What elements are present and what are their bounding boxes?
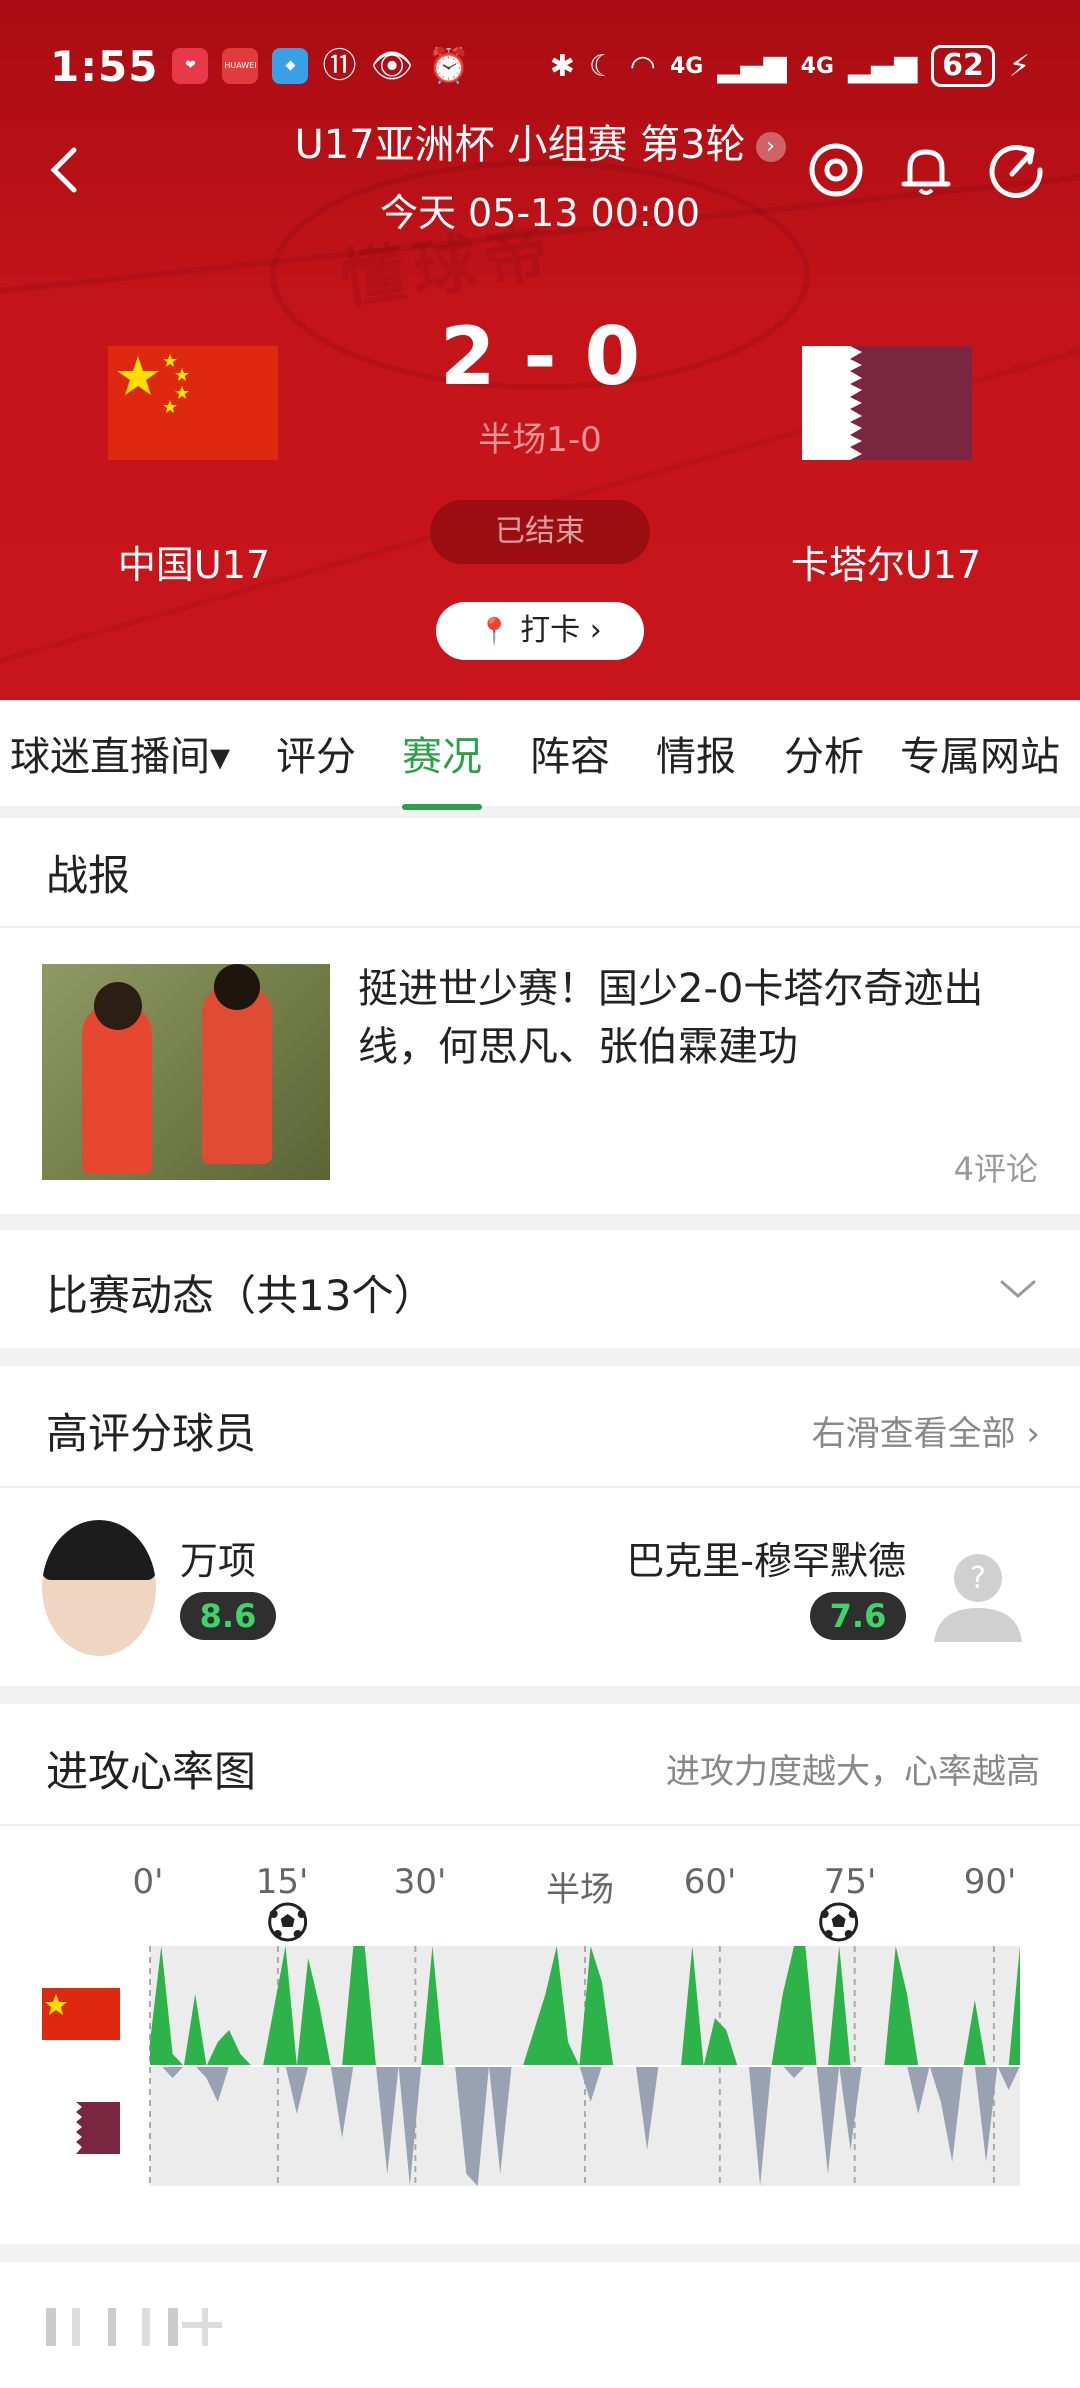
comment-count[interactable]: 4评论 <box>954 1144 1038 1190</box>
news-headline[interactable]: 挺进世少赛！国少2-0卡塔尔奇迹出线，何思凡、张伯霖建功 <box>358 960 1048 1076</box>
eye-icon: 👁 <box>370 46 414 86</box>
heart-rate-chart <box>42 1902 1020 2186</box>
x-tick-label: 75' <box>823 1862 877 1902</box>
home-flag-small <box>42 1988 120 2040</box>
signal-label: 4G <box>669 53 704 79</box>
target-icon <box>809 143 863 197</box>
home-player-rating: 8.6 <box>180 1592 276 1640</box>
next-section-card <box>0 2262 1080 2388</box>
heart-rate-note: 进攻力度越大，心率越高 <box>666 1752 1040 1792</box>
app-notification-icon: ❤ <box>172 48 209 84</box>
away-flag-small <box>64 2102 120 2154</box>
half-time-score: 半场1-0 <box>478 420 602 460</box>
home-player-name[interactable]: 万项 <box>180 1530 256 1585</box>
bell-icon <box>901 149 951 195</box>
tab-analysis[interactable]: 分析 <box>784 724 864 782</box>
huawei-app-icon: HUAWEI <box>222 48 259 84</box>
location-pin-icon: 📍 <box>478 617 511 647</box>
match-score: 2 - 0 <box>439 310 641 403</box>
notification-button[interactable] <box>896 140 956 200</box>
tab-bar: 球迷直播间▾ 评分 赛况 阵容 情报 分析 专属网站 <box>0 700 1080 810</box>
x-tick-label: 15' <box>255 1862 309 1902</box>
x-tick-label: 0' <box>132 1862 164 1902</box>
chart-x-labels: 0' 15' 30' 半场 60' 75' 90' <box>0 1862 1080 1910</box>
report-heading: 战报 <box>46 851 131 900</box>
share-icon <box>989 145 1043 198</box>
see-all-link[interactable]: 右滑查看全部 › <box>812 1406 1040 1455</box>
match-status-badge: 已结束 <box>430 500 650 564</box>
checkin-label: 打卡 <box>520 613 581 648</box>
bluetooth-icon: ✱ <box>549 48 575 84</box>
tab-ratings[interactable]: 评分 <box>276 724 356 782</box>
match-header: 懂球帝 1:55 ❤ HUAWEI ◆ ⑪ 👁 ⏰ ✱ ☾ ◠ 4G ▂▄▆ 4… <box>0 0 1080 700</box>
tab-lineup[interactable]: 阵容 <box>530 724 610 782</box>
tab-dedicated-site[interactable]: 专属网站 <box>900 724 1060 782</box>
competition-name[interactable]: U17亚洲杯 小组赛 第3轮 <box>294 122 745 168</box>
tab-fan-live[interactable]: 球迷直播间▾ <box>10 724 230 782</box>
chevron-down-icon <box>1000 1280 1036 1298</box>
clock: 1:55 <box>50 41 159 91</box>
battery-indicator: 62 <box>931 45 995 87</box>
player-avatar-home[interactable] <box>42 1520 156 1656</box>
match-events-card[interactable]: 比赛动态（共13个） <box>0 1230 1080 1348</box>
tab-intel[interactable]: 情报 <box>656 724 736 782</box>
chevron-right-icon: › <box>589 613 602 648</box>
divider <box>0 926 1080 928</box>
away-player-rating: 7.6 <box>810 1592 906 1640</box>
goal-ball-icon <box>819 1902 859 1942</box>
chevron-right-icon: › <box>755 132 786 162</box>
signal-icon: ▂▄▆ <box>717 48 787 84</box>
away-team-name[interactable]: 卡塔尔U17 <box>736 534 1036 589</box>
divider <box>0 1486 1080 1488</box>
charging-icon: ⚡ <box>1008 48 1030 84</box>
status-bar: 1:55 ❤ HUAWEI ◆ ⑪ 👁 ⏰ ✱ ☾ ◠ 4G ▂▄▆ 4G ▂▄… <box>50 36 1030 96</box>
loading-bars-icon <box>46 2308 222 2346</box>
away-player-name[interactable]: 巴克里-穆罕默德 <box>626 1530 906 1585</box>
checkin-button[interactable]: 📍 打卡 › <box>436 602 644 660</box>
chevron-right-icon: › <box>1026 1414 1040 1454</box>
top-players-heading: 高评分球员 <box>46 1409 257 1458</box>
target-button[interactable] <box>806 140 866 200</box>
x-tick-label: 90' <box>963 1862 1017 1902</box>
signal-label: 4G <box>800 53 834 79</box>
heart-rate-heading: 进攻心率图 <box>46 1747 257 1796</box>
share-button[interactable] <box>986 140 1046 200</box>
match-detail-page: 懂球帝 1:55 ❤ HUAWEI ◆ ⑪ 👁 ⏰ ✱ ☾ ◠ 4G ▂▄▆ 4… <box>0 0 1080 2388</box>
divider <box>0 1824 1080 1826</box>
goal-ball-icon <box>268 1902 308 1942</box>
top-players-card: 高评分球员 右滑查看全部 › <box>0 1366 1080 1686</box>
moon-icon: ☾ <box>588 48 616 84</box>
x-tick-label: 30' <box>393 1862 447 1902</box>
alarm-icon: ⏰ <box>427 46 470 86</box>
placeholder-avatar-icon: ? <box>934 1554 1022 1642</box>
tab-match-status[interactable]: 赛况 <box>402 724 482 810</box>
see-all-label[interactable]: 右滑查看全部 <box>812 1414 1016 1454</box>
home-team-name[interactable]: 中国U17 <box>44 534 344 589</box>
events-heading: 比赛动态（共13个） <box>46 1271 436 1320</box>
wifi-icon: ◠ <box>629 48 656 84</box>
notification-icon: ⑪ <box>322 46 357 86</box>
news-thumbnail[interactable] <box>42 964 330 1180</box>
app-notification-icon: ◆ <box>272 48 309 84</box>
signal-icon: ▂▄▆ <box>847 48 918 84</box>
svg-text:?: ? <box>970 1561 986 1596</box>
x-tick-label: 60' <box>683 1862 737 1902</box>
